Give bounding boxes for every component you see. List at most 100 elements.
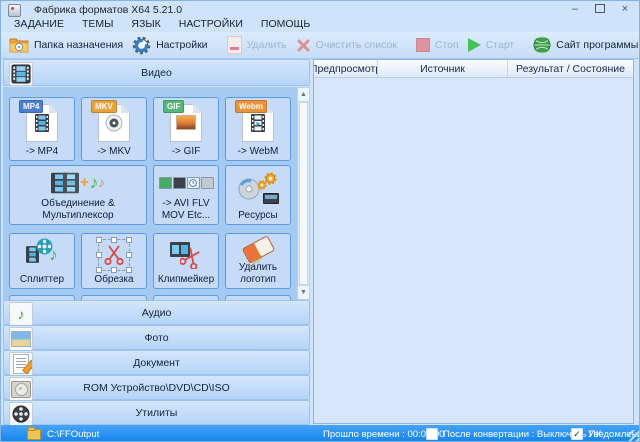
category-document[interactable]: Документ [3,350,310,375]
clipmaker-icon [155,236,217,274]
gif-photo-thumb [176,115,196,130]
website-label: Сайт программы [556,39,638,51]
start-label: Старт [486,39,515,51]
resize-grip[interactable] [628,430,639,441]
convert-webm-label: -> WebM [238,146,279,158]
scroll-down-arrow[interactable]: ▼ [298,285,309,299]
start-icon [468,38,481,52]
video-tools-grid: MP4 -> MP4 MKV -> MKV GIF -> GIF Webm [3,87,297,300]
title-bar: Фабрика форматов X64 5.21.0 – × [1,1,639,17]
clipmaker-label: Клипмейкер [158,274,214,286]
convert-webm-button[interactable]: Webm -> WebM [225,97,291,161]
crop-button[interactable]: Обрезка [81,233,147,289]
scrollbar-thumb[interactable] [299,102,308,285]
maximize-button[interactable] [594,2,606,15]
mkv-badge: MKV [91,100,117,113]
convert-mkv-label: -> MKV [97,146,131,158]
minimize-button[interactable]: – [569,2,581,15]
resources-button[interactable]: Ресурсы [225,165,291,225]
column-preview[interactable]: Предпросмотр [314,60,378,78]
menu-language[interactable]: ЯЗЫК [122,17,169,31]
menu-help[interactable]: ПОМОЩЬ [252,17,319,31]
music-note-icon: ♪ [49,245,58,265]
category-audio[interactable]: ♪ Аудио [3,300,310,325]
shutdown-checkbox[interactable] [426,428,438,440]
notifications-checkbox[interactable]: ✓ [571,428,583,440]
destination-folder-button[interactable]: Папка назначения [9,37,123,53]
stop-label: Стоп [435,39,459,51]
convert-gif-label: -> GIF [172,146,201,158]
clear-list-button[interactable]: Очистить список [296,38,397,53]
remove-logo-label: Удалить логотип [227,262,289,285]
category-rom-label: ROM Устройство\DVD\CD\ISO [4,382,309,394]
app-window: Фабрика форматов X64 5.21.0 – × ЗАДАНИЕ … [0,0,640,442]
convert-mkv-button[interactable]: MKV -> MKV [81,97,147,161]
gear-icon [132,36,151,55]
mp4-badge: MP4 [19,100,43,113]
delete-icon [227,36,242,54]
splitter-label: Сплиттер [20,274,64,286]
column-result-state[interactable]: Результат / Состояние [508,60,633,78]
plus-icon: + [80,174,89,191]
destination-folder-label: Папка назначения [34,39,123,51]
splitter-icon: ♪ [11,236,73,274]
crop-label: Обрезка [94,274,133,286]
convert-avi-flv-button[interactable]: -> AVI FLV MOV Etc... [153,165,219,225]
mux-join-label: Объединение & Мультиплексор [11,198,145,221]
stop-button[interactable]: Стоп [416,38,459,52]
delete-label: Удалить [247,39,287,51]
clipmaker-button[interactable]: Клипмейкер [153,233,219,289]
mux-join-button[interactable]: + ♪ ♪ Объединение & Мультиплексор [9,165,147,225]
toolbar: Папка назначения Настройки Удалить Очист… [1,32,639,59]
delete-button[interactable]: Удалить [227,36,287,54]
category-rom-device[interactable]: ROM Устройство\DVD\CD\ISO [3,375,310,400]
stop-icon [416,38,430,52]
website-button[interactable]: Сайт программы [533,36,638,54]
scroll-up-arrow[interactable]: ▲ [298,88,309,102]
resources-label: Ресурсы [238,210,277,222]
resources-icon [227,168,289,210]
splitter-button[interactable]: ♪ Сплиттер [9,233,75,289]
category-photo-label: Фото [4,332,309,344]
category-document-label: Документ [4,357,309,369]
crop-selection-icon [98,239,130,271]
category-utilities[interactable]: Утилиты [3,400,310,425]
app-icon [8,4,21,17]
settings-label: Настройки [156,39,208,51]
menu-themes[interactable]: ТЕМЫ [73,17,122,31]
multi-format-icons [159,177,214,189]
convert-mp4-button[interactable]: MP4 -> MP4 [9,97,75,161]
category-photo[interactable]: Фото [3,325,310,350]
start-button[interactable]: Старт [468,38,515,52]
gif-file-icon: GIF [170,104,202,142]
music-note-icon: ♪ [90,173,99,193]
output-folder-icon [27,429,41,440]
settings-button[interactable]: Настройки [132,36,208,55]
menu-settings[interactable]: НАСТРОЙКИ [170,17,252,31]
scissors-icon [103,244,125,266]
convert-mp4-label: -> MP4 [26,146,59,158]
mp4-file-icon: MP4 [26,104,58,142]
category-video-label: Видео [4,67,309,79]
task-list-panel: Предпросмотр Источник Результат / Состоя… [313,59,634,424]
mkv-file-icon: MKV [98,104,130,142]
convert-avi-flv-label: -> AVI FLV MOV Etc... [155,198,217,221]
column-source[interactable]: Источник [378,60,508,78]
webm-badge: Webm [235,100,267,113]
task-list-body[interactable] [314,78,633,423]
grid-scrollbar[interactable]: ▲ ▼ [297,87,310,300]
eraser-icon: Logo [241,235,275,264]
music-note-icon: ♪ [98,176,105,191]
status-bar: C:\FFOutput Прошло времени : 00:00:00 По… [1,425,640,442]
remove-logo-button[interactable]: Logo Удалить логотип [225,233,291,289]
convert-gif-button[interactable]: GIF -> GIF [153,97,219,161]
menu-bar: ЗАДАНИЕ ТЕМЫ ЯЗЫК НАСТРОЙКИ ПОМОЩЬ [5,17,319,31]
category-utilities-label: Утилиты [4,407,309,419]
webm-file-icon: Webm [242,104,274,142]
task-list-header: Предпросмотр Источник Результат / Состоя… [314,60,633,78]
menu-task[interactable]: ЗАДАНИЕ [5,17,73,31]
category-video[interactable]: Видео [3,59,310,86]
close-button[interactable]: × [619,2,631,15]
clear-list-label: Очистить список [316,39,397,51]
scissors-icon [180,247,202,269]
